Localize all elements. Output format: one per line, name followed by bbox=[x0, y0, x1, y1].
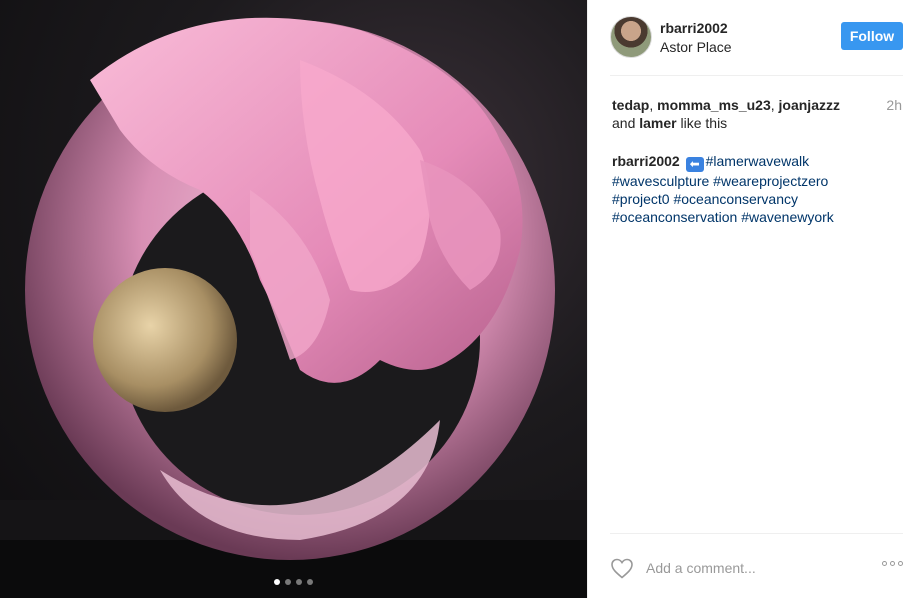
hashtag-link[interactable]: #wavesculpture bbox=[612, 173, 709, 189]
carousel-dot[interactable] bbox=[307, 579, 313, 585]
carousel-dot[interactable] bbox=[285, 579, 291, 585]
carousel-dot[interactable] bbox=[296, 579, 302, 585]
likes-suffix-text: like this bbox=[680, 115, 728, 131]
comment-input[interactable] bbox=[646, 560, 866, 576]
liker-link[interactable]: tedap bbox=[612, 97, 649, 113]
comment-bar bbox=[610, 552, 903, 584]
post-photo[interactable] bbox=[0, 0, 587, 598]
post-details-panel: rbarri2002 Astor Place Follow tedap, mom… bbox=[587, 0, 924, 598]
wave-sculpture-image bbox=[0, 17, 587, 598]
more-options-icon[interactable] bbox=[882, 561, 903, 566]
location-link[interactable]: Astor Place bbox=[660, 39, 732, 55]
avatar[interactable] bbox=[610, 16, 652, 58]
post-header: rbarri2002 Astor Place Follow bbox=[610, 14, 903, 60]
hashtag-link[interactable]: #oceanconservation bbox=[612, 209, 737, 225]
carousel-indicator bbox=[0, 579, 587, 585]
carousel-dot[interactable] bbox=[274, 579, 280, 585]
left-arrow-emoji-icon: ⬅ bbox=[685, 157, 704, 172]
divider bbox=[610, 533, 903, 534]
user-block: rbarri2002 Astor Place bbox=[660, 20, 732, 55]
username-link[interactable]: rbarri2002 bbox=[660, 20, 732, 36]
hashtag-link[interactable]: #lamerwavewalk bbox=[706, 153, 809, 169]
hashtag-link[interactable]: #wavenewyork bbox=[741, 209, 834, 225]
hashtag-link[interactable]: #oceanconservancy bbox=[673, 191, 798, 207]
follow-button[interactable]: Follow bbox=[841, 22, 903, 50]
divider bbox=[610, 75, 903, 76]
caption: rbarri2002 ⬅ #lamerwavewalk #wavesculptur… bbox=[612, 152, 902, 226]
hashtag-link[interactable]: #weareprojectzero bbox=[713, 173, 828, 189]
post-timestamp[interactable]: 2h bbox=[886, 97, 902, 113]
liker-link[interactable]: joanjazzz bbox=[779, 97, 840, 113]
liker-link[interactable]: lamer bbox=[639, 115, 676, 131]
heart-icon[interactable] bbox=[610, 557, 634, 579]
likes-and-text: and bbox=[612, 115, 636, 131]
liker-link[interactable]: momma_ms_u23 bbox=[657, 97, 771, 113]
hashtag-link[interactable]: #project0 bbox=[612, 191, 670, 207]
likes-summary: tedap, momma_ms_u23, joanjazzz and lamer… bbox=[612, 97, 840, 131]
caption-author-link[interactable]: rbarri2002 bbox=[612, 153, 680, 169]
